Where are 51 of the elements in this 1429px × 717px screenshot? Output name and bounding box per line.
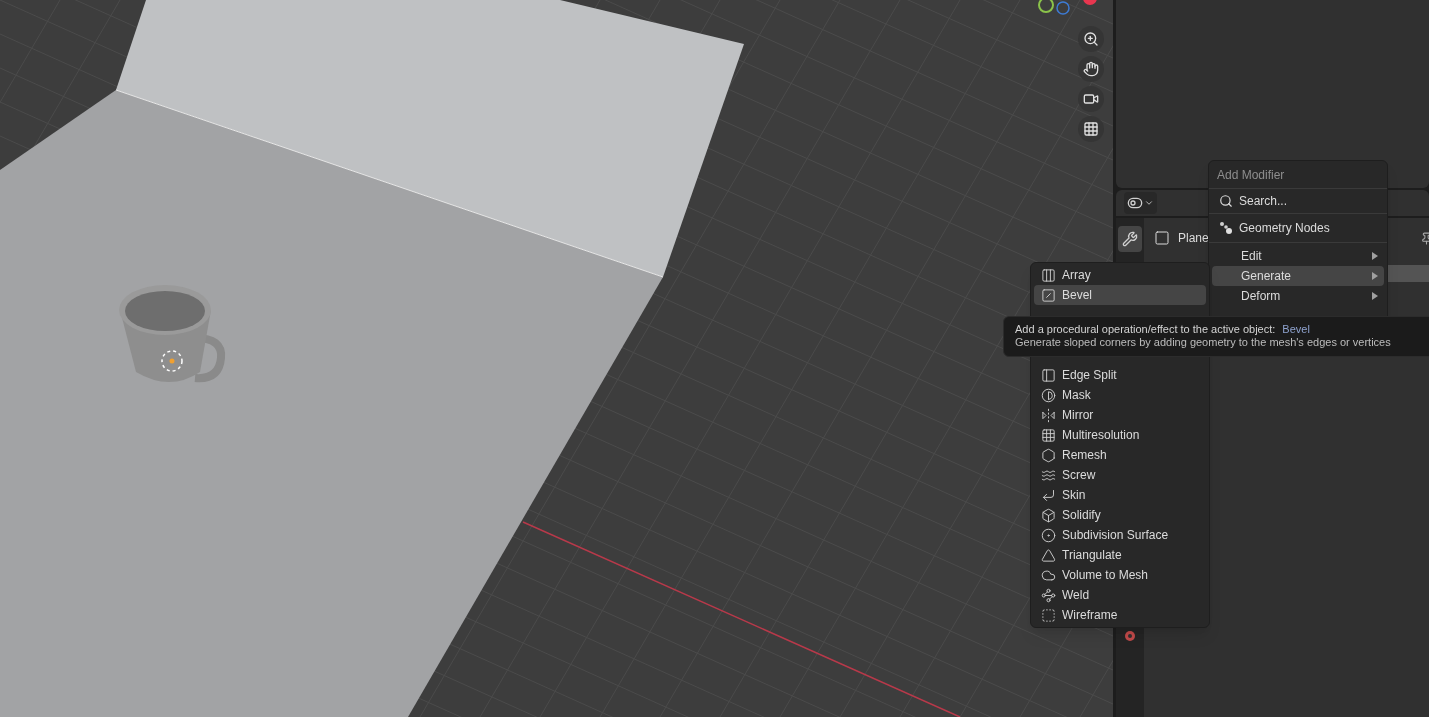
dashed-square-icon	[1041, 607, 1056, 623]
modifier-item[interactable]: Array	[1034, 265, 1206, 285]
modifier-item[interactable]: Mirror	[1034, 405, 1206, 425]
cloud-icon	[1041, 567, 1056, 583]
modifier-item[interactable]: Volume to Mesh	[1034, 565, 1206, 585]
modifier-item[interactable]: Solidify	[1034, 505, 1206, 525]
circle-dot-icon	[1041, 527, 1056, 543]
search-item[interactable]: Search...	[1211, 190, 1385, 212]
slashed-square-icon	[1041, 287, 1056, 303]
hexagon-icon	[1041, 447, 1056, 463]
submenu-item[interactable]: Generate	[1212, 266, 1384, 286]
corner-icon	[1041, 487, 1056, 503]
triangle-icon	[1041, 547, 1056, 563]
cube-icon	[1041, 507, 1056, 523]
dots-icon	[1219, 221, 1233, 235]
submenu-item[interactable]: Edit	[1212, 246, 1384, 266]
editor-type-button[interactable]	[1124, 192, 1157, 214]
toggle-icon	[1127, 195, 1143, 211]
pin-icon	[1420, 231, 1429, 245]
modifier-item[interactable]: Triangulate	[1034, 545, 1206, 565]
menu-title: Add Modifier	[1217, 166, 1285, 184]
modifier-item[interactable]: Skin	[1034, 485, 1206, 505]
modifier-item[interactable]: Bevel	[1034, 285, 1206, 305]
constraint-icon	[1124, 630, 1136, 642]
submenu-arrow-icon	[1372, 252, 1378, 260]
modifier-item[interactable]: Mask	[1034, 385, 1206, 405]
tooltip-name: Bevel	[1282, 323, 1310, 336]
tooltip-description: Add a procedural operation/effect to the active object:	[1015, 323, 1276, 336]
search-icon	[1219, 194, 1233, 208]
wrench-tab[interactable]	[1118, 226, 1142, 252]
submenu-arrow-icon	[1372, 272, 1378, 280]
modifier-item[interactable]: Edge Split	[1034, 365, 1206, 385]
menu-item[interactable]: Geometry Nodes	[1211, 217, 1385, 239]
submenu-arrow-icon	[1372, 292, 1378, 300]
mirror-icon	[1041, 407, 1056, 423]
modifier-item[interactable]: Remesh	[1034, 445, 1206, 465]
columns-icon	[1041, 267, 1056, 283]
axis-gizmo-drawing[interactable]	[1038, 0, 1097, 15]
dots-icon	[1041, 587, 1056, 603]
modifier-item[interactable]: Multiresolution	[1034, 425, 1206, 445]
modifier-item[interactable]: Subdivision Surface	[1034, 525, 1206, 545]
chevron-down-icon	[1144, 198, 1154, 208]
modifier-item[interactable]: Weld	[1034, 585, 1206, 605]
submenu-item[interactable]: Deform	[1212, 286, 1384, 306]
modifier-item[interactable]: Wireframe	[1034, 605, 1206, 625]
modifier-item[interactable]: Screw	[1034, 465, 1206, 485]
object-icon	[1154, 230, 1170, 246]
tooltip-detail: Generate sloped corners by adding geometry to the mesh's edges or vertices	[1015, 336, 1392, 349]
panel-icon	[1041, 367, 1056, 383]
grid-icon	[1041, 427, 1056, 443]
half-circle-icon	[1041, 387, 1056, 403]
